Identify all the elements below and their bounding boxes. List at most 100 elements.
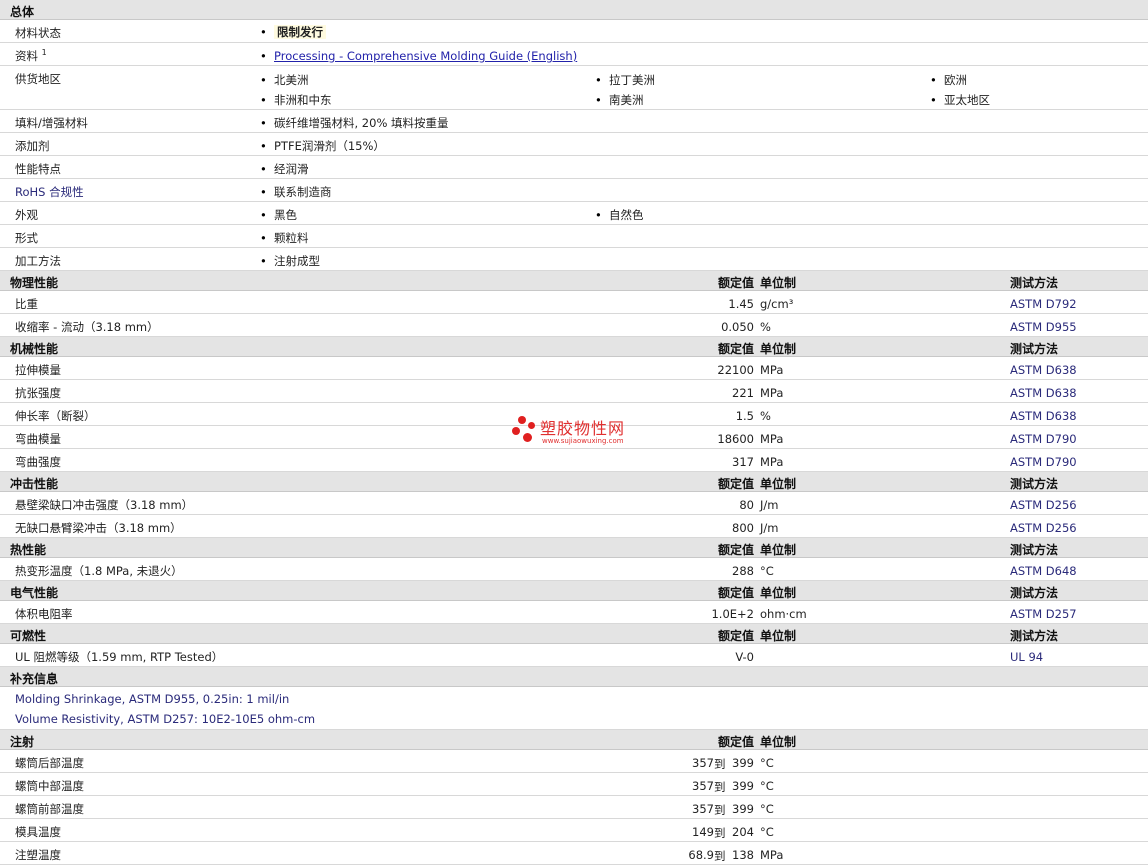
region-item: • 欧洲 — [930, 73, 967, 87]
property-label: 体积电阻率 — [15, 607, 73, 621]
range-to: 到 — [714, 803, 726, 817]
range-low: 149 — [692, 825, 714, 839]
property-unit: g/cm³ — [760, 297, 794, 311]
property-label: 收缩率 - 流动（3.18 mm） — [15, 320, 159, 334]
form-row: 形式 • 颗粒料 — [0, 225, 1148, 248]
property-label: 螺筒后部温度 — [15, 756, 84, 770]
property-row: 拉伸模量 22100 MPa ASTM D638 — [0, 357, 1148, 380]
property-row: 悬壁梁缺口冲击强度（3.18 mm） 80 J/m ASTM D256 — [0, 492, 1148, 515]
property-label: 比重 — [15, 297, 38, 311]
appearance-row: 外观 • 黑色 • 自然色 — [0, 202, 1148, 225]
col-header-method: 测试方法 — [1010, 586, 1059, 600]
col-header-value: 额定值 — [717, 586, 754, 600]
col-header-method: 测试方法 — [1010, 276, 1059, 290]
process-row: 加工方法 • 注射成型 — [0, 248, 1148, 271]
filler-item: • 碳纤维增强材料, 20% 填料按重量 — [260, 116, 449, 130]
property-method: ASTM D638 — [1010, 363, 1077, 377]
property-value: 18600 — [717, 432, 754, 446]
section-thermal-header: 热性能 额定值 单位制 测试方法 — [0, 538, 1148, 558]
section-overview-header: 总体 — [0, 0, 1148, 20]
range-high: 138 — [732, 848, 754, 862]
property-value: 1.45 — [728, 297, 754, 311]
range-low: 357 — [692, 756, 714, 770]
regions-row: 供货地区 • 北美洲 • 拉丁美洲 • 欧洲 • 非洲和中东 • 南美洲 • 亚太地区 — [0, 66, 1148, 110]
property-unit: MPa — [760, 386, 784, 400]
injection-row: 注塑温度 68.9 到 138 MPa — [0, 842, 1148, 865]
property-label: 无缺口悬臂梁冲击（3.18 mm） — [15, 521, 182, 535]
docs-item: • Processing - Comprehensive Molding Guid… — [260, 49, 578, 63]
rohs-row: RoHS 合规性 • 联系制造商 — [0, 179, 1148, 202]
section-title: 机械性能 — [10, 342, 59, 356]
section-title: 补充信息 — [10, 672, 59, 686]
property-label: 注塑温度 — [15, 848, 61, 862]
filler-label: 填料/增强材料 — [15, 116, 88, 130]
additive-item: • PTFE润滑剂（15%） — [260, 139, 385, 153]
property-method: ASTM D792 — [1010, 297, 1077, 311]
injection-row: 螺筒后部温度 357 到 399 °C — [0, 750, 1148, 773]
property-method: ASTM D257 — [1010, 607, 1077, 621]
logo-dot — [518, 416, 526, 424]
range-to: 到 — [714, 849, 726, 863]
property-unit: ohm·cm — [760, 607, 807, 621]
col-header-method: 测试方法 — [1010, 543, 1059, 557]
logo-dot — [512, 427, 520, 435]
supplement-note: Molding Shrinkage, ASTM D955, 0.25in: 1 … — [15, 692, 290, 706]
section-title: 可燃性 — [10, 629, 47, 643]
docs-row: 资料 1 • Processing - Comprehensive Molding… — [0, 43, 1148, 66]
range-low: 357 — [692, 802, 714, 816]
property-row: 弯曲强度 317 MPa ASTM D790 — [0, 449, 1148, 472]
property-row: 抗张强度 221 MPa ASTM D638 — [0, 380, 1148, 403]
processing-guide-link[interactable]: Processing - Comprehensive Molding Guide… — [274, 49, 577, 63]
property-unit: MPa — [760, 432, 784, 446]
property-method: ASTM D256 — [1010, 521, 1077, 535]
property-row: 体积电阻率 1.0E+2 ohm·cm ASTM D257 — [0, 601, 1148, 624]
section-title: 热性能 — [10, 543, 47, 557]
region-item: • 拉丁美洲 — [595, 73, 655, 87]
range-high: 204 — [732, 825, 754, 839]
property-label: 模具温度 — [15, 825, 61, 839]
additive-label: 添加剂 — [15, 139, 50, 153]
section-injection-header: 注射 额定值 单位制 — [0, 730, 1148, 750]
section-impact-header: 冲击性能 额定值 单位制 测试方法 — [0, 472, 1148, 492]
col-header-value: 额定值 — [717, 276, 754, 290]
property-method: ASTM D638 — [1010, 386, 1077, 400]
range-low: 68.9 — [688, 848, 714, 862]
region-item: • 北美洲 — [260, 73, 309, 87]
feature-label: 性能特点 — [15, 162, 61, 176]
feature-row: 性能特点 • 经润滑 — [0, 156, 1148, 179]
col-header-unit: 单位制 — [760, 586, 797, 600]
watermark-text: 塑胶物性网 — [540, 419, 626, 438]
injection-row: 模具温度 149 到 204 °C — [0, 819, 1148, 842]
property-row: 收缩率 - 流动（3.18 mm） 0.050 % ASTM D955 — [0, 314, 1148, 337]
section-title: 冲击性能 — [10, 477, 59, 491]
range-to: 到 — [714, 826, 726, 840]
property-label: 弯曲模量 — [15, 432, 61, 446]
property-row: UL 阻燃等级（1.59 mm, RTP Tested） V-0 UL 94 — [0, 644, 1148, 667]
property-method: ASTM D648 — [1010, 564, 1077, 578]
col-header-method: 测试方法 — [1010, 342, 1059, 356]
property-label: 弯曲强度 — [15, 455, 61, 469]
logo-dot — [528, 422, 535, 429]
rohs-label: RoHS 合规性 — [15, 185, 84, 199]
section-electrical-header: 电气性能 额定值 单位制 测试方法 — [0, 581, 1148, 601]
range-to: 到 — [714, 757, 726, 771]
property-method: ASTM D790 — [1010, 432, 1077, 446]
property-unit: °C — [760, 802, 774, 816]
property-unit: % — [760, 409, 771, 423]
property-method: UL 94 — [1010, 650, 1044, 664]
property-label: UL 阻燃等级（1.59 mm, RTP Tested） — [15, 650, 224, 664]
regions-label: 供货地区 — [15, 72, 61, 86]
property-unit: J/m — [760, 498, 779, 512]
status-item: • 限制发行 — [260, 24, 326, 40]
appearance-label: 外观 — [15, 208, 38, 222]
section-mechanical-header: 机械性能 额定值 单位制 测试方法 — [0, 337, 1148, 357]
col-header-method: 测试方法 — [1010, 629, 1059, 643]
property-method: ASTM D955 — [1010, 320, 1077, 334]
property-unit: MPa — [760, 848, 784, 862]
rohs-item: • 联系制造商 — [260, 185, 332, 199]
process-item: • 注射成型 — [260, 254, 320, 268]
watermark-logo: 塑胶物性网 www.sujiaowuxing.com — [510, 414, 650, 450]
col-header-method: 测试方法 — [1010, 477, 1059, 491]
section-supplement-header: 补充信息 — [0, 667, 1148, 687]
col-header-value: 额定值 — [717, 629, 754, 643]
